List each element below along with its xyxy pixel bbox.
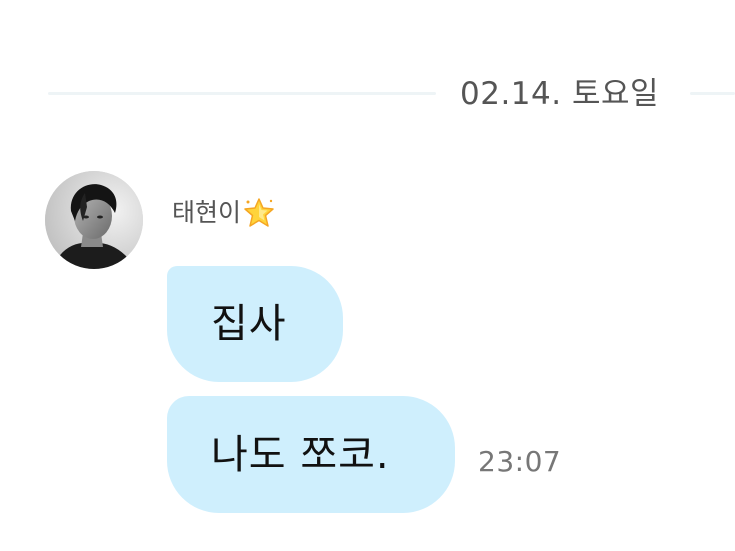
divider-line-right	[690, 92, 735, 95]
message-bubble[interactable]: 집사	[167, 266, 343, 382]
sender-name-label: 태현이	[172, 198, 242, 227]
sender-name[interactable]: 태현이	[172, 196, 275, 230]
message-timestamp: 23:07	[478, 445, 562, 478]
star-icon	[243, 197, 275, 229]
sender-avatar[interactable]	[45, 171, 143, 269]
divider-line-left	[48, 92, 436, 95]
avatar-photo	[45, 171, 143, 269]
message-text: 나도 쪼코.	[211, 431, 390, 478]
date-label: 02.14. 토요일	[460, 76, 660, 112]
message-text: 집사	[211, 301, 287, 347]
message-bubble[interactable]: 나도 쪼코.	[167, 396, 455, 513]
date-divider: 02.14. 토요일	[0, 64, 735, 124]
